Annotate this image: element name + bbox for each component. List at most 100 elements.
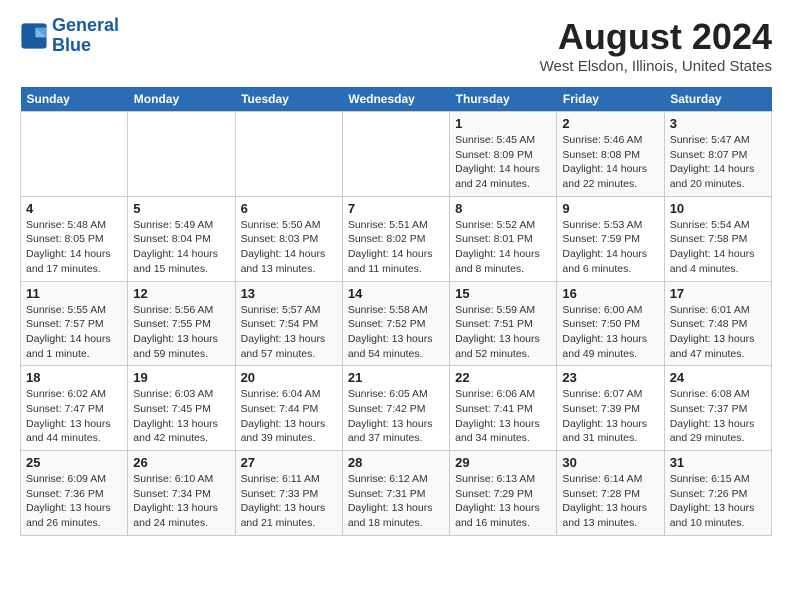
day-info: Sunrise: 5:59 AM Sunset: 7:51 PM Dayligh… <box>455 303 551 362</box>
day-number: 4 <box>26 201 122 216</box>
day-info: Sunrise: 6:06 AM Sunset: 7:41 PM Dayligh… <box>455 387 551 446</box>
day-info: Sunrise: 6:05 AM Sunset: 7:42 PM Dayligh… <box>348 387 444 446</box>
logo: General Blue <box>20 16 119 56</box>
day-cell: 29 Sunrise: 6:13 AM Sunset: 7:29 PM Dayli… <box>450 451 557 536</box>
day-info: Sunrise: 6:09 AM Sunset: 7:36 PM Dayligh… <box>26 472 122 531</box>
day-cell: 7 Sunrise: 5:51 AM Sunset: 8:02 PM Daylig… <box>342 196 449 281</box>
day-number: 25 <box>26 455 122 470</box>
day-number: 27 <box>241 455 337 470</box>
day-number: 14 <box>348 286 444 301</box>
day-cell: 1Sunrise: 5:45 AM Sunset: 8:09 PM Daylig… <box>450 112 557 197</box>
day-info: Sunrise: 5:46 AM Sunset: 8:08 PM Dayligh… <box>562 133 658 192</box>
day-cell: 4 Sunrise: 5:48 AM Sunset: 8:05 PM Daylig… <box>21 196 128 281</box>
day-info: Sunrise: 6:07 AM Sunset: 7:39 PM Dayligh… <box>562 387 658 446</box>
day-number: 11 <box>26 286 122 301</box>
day-info: Sunrise: 6:03 AM Sunset: 7:45 PM Dayligh… <box>133 387 229 446</box>
day-cell: 6Sunrise: 5:50 AM Sunset: 8:03 PM Daylig… <box>235 196 342 281</box>
week-row-5: 25 Sunrise: 6:09 AM Sunset: 7:36 PM Dayli… <box>21 451 772 536</box>
month-year: August 2024 <box>540 16 772 58</box>
day-cell: 27 Sunrise: 6:11 AM Sunset: 7:33 PM Dayli… <box>235 451 342 536</box>
day-info: Sunrise: 5:49 AM Sunset: 8:04 PM Dayligh… <box>133 218 229 277</box>
day-cell: 14 Sunrise: 5:58 AM Sunset: 7:52 PM Dayli… <box>342 281 449 366</box>
day-info: Sunrise: 6:08 AM Sunset: 7:37 PM Dayligh… <box>670 387 766 446</box>
day-info: Sunrise: 5:54 AM Sunset: 7:58 PM Dayligh… <box>670 218 766 277</box>
day-info: Sunrise: 5:52 AM Sunset: 8:01 PM Dayligh… <box>455 218 551 277</box>
day-cell: 18 Sunrise: 6:02 AM Sunset: 7:47 PM Dayli… <box>21 366 128 451</box>
weekday-header-monday: Monday <box>128 87 235 112</box>
day-info: Sunrise: 5:48 AM Sunset: 8:05 PM Dayligh… <box>26 218 122 277</box>
day-number: 13 <box>241 286 337 301</box>
day-cell: 22 Sunrise: 6:06 AM Sunset: 7:41 PM Dayli… <box>450 366 557 451</box>
day-cell: 17Sunrise: 6:01 AM Sunset: 7:48 PM Dayli… <box>664 281 771 366</box>
day-info: Sunrise: 6:04 AM Sunset: 7:44 PM Dayligh… <box>241 387 337 446</box>
week-row-3: 11 Sunrise: 5:55 AM Sunset: 7:57 PM Dayli… <box>21 281 772 366</box>
day-cell: 20Sunrise: 6:04 AM Sunset: 7:44 PM Dayli… <box>235 366 342 451</box>
day-cell: 15Sunrise: 5:59 AM Sunset: 7:51 PM Dayli… <box>450 281 557 366</box>
day-number: 12 <box>133 286 229 301</box>
day-number: 2 <box>562 116 658 131</box>
day-info: Sunrise: 6:14 AM Sunset: 7:28 PM Dayligh… <box>562 472 658 531</box>
day-number: 8 <box>455 201 551 216</box>
day-number: 26 <box>133 455 229 470</box>
week-row-2: 4 Sunrise: 5:48 AM Sunset: 8:05 PM Daylig… <box>21 196 772 281</box>
day-number: 5 <box>133 201 229 216</box>
logo-text: General Blue <box>52 16 119 56</box>
day-info: Sunrise: 5:51 AM Sunset: 8:02 PM Dayligh… <box>348 218 444 277</box>
day-cell: 11 Sunrise: 5:55 AM Sunset: 7:57 PM Dayli… <box>21 281 128 366</box>
day-info: Sunrise: 6:00 AM Sunset: 7:50 PM Dayligh… <box>562 303 658 362</box>
day-number: 23 <box>562 370 658 385</box>
day-number: 10 <box>670 201 766 216</box>
day-cell <box>235 112 342 197</box>
day-number: 31 <box>670 455 766 470</box>
logo-line1: General <box>52 16 119 36</box>
day-number: 24 <box>670 370 766 385</box>
day-number: 3 <box>670 116 766 131</box>
day-cell: 24 Sunrise: 6:08 AM Sunset: 7:37 PM Dayli… <box>664 366 771 451</box>
day-info: Sunrise: 6:12 AM Sunset: 7:31 PM Dayligh… <box>348 472 444 531</box>
day-cell: 13 Sunrise: 5:57 AM Sunset: 7:54 PM Dayli… <box>235 281 342 366</box>
day-info: Sunrise: 5:57 AM Sunset: 7:54 PM Dayligh… <box>241 303 337 362</box>
day-cell: 19 Sunrise: 6:03 AM Sunset: 7:45 PM Dayli… <box>128 366 235 451</box>
day-cell: 26 Sunrise: 6:10 AM Sunset: 7:34 PM Dayli… <box>128 451 235 536</box>
weekday-header-saturday: Saturday <box>664 87 771 112</box>
day-number: 18 <box>26 370 122 385</box>
day-cell: 30Sunrise: 6:14 AM Sunset: 7:28 PM Dayli… <box>557 451 664 536</box>
weekday-header-sunday: Sunday <box>21 87 128 112</box>
day-info: Sunrise: 5:56 AM Sunset: 7:55 PM Dayligh… <box>133 303 229 362</box>
calendar-table: SundayMondayTuesdayWednesdayThursdayFrid… <box>20 87 772 536</box>
day-number: 17 <box>670 286 766 301</box>
day-number: 1 <box>455 116 551 131</box>
week-row-1: 1Sunrise: 5:45 AM Sunset: 8:09 PM Daylig… <box>21 112 772 197</box>
day-number: 22 <box>455 370 551 385</box>
day-info: Sunrise: 6:02 AM Sunset: 7:47 PM Dayligh… <box>26 387 122 446</box>
day-number: 9 <box>562 201 658 216</box>
day-cell: 31Sunrise: 6:15 AM Sunset: 7:26 PM Dayli… <box>664 451 771 536</box>
day-cell: 23 Sunrise: 6:07 AM Sunset: 7:39 PM Dayli… <box>557 366 664 451</box>
day-info: Sunrise: 5:58 AM Sunset: 7:52 PM Dayligh… <box>348 303 444 362</box>
weekday-header-tuesday: Tuesday <box>235 87 342 112</box>
day-info: Sunrise: 5:47 AM Sunset: 8:07 PM Dayligh… <box>670 133 766 192</box>
weekday-header-row: SundayMondayTuesdayWednesdayThursdayFrid… <box>21 87 772 112</box>
weekday-header-wednesday: Wednesday <box>342 87 449 112</box>
day-cell: 2 Sunrise: 5:46 AM Sunset: 8:08 PM Daylig… <box>557 112 664 197</box>
title-block: August 2024 West Elsdon, Illinois, Unite… <box>540 16 772 75</box>
weekday-header-friday: Friday <box>557 87 664 112</box>
week-row-4: 18 Sunrise: 6:02 AM Sunset: 7:47 PM Dayli… <box>21 366 772 451</box>
day-info: Sunrise: 5:55 AM Sunset: 7:57 PM Dayligh… <box>26 303 122 362</box>
day-cell: 28Sunrise: 6:12 AM Sunset: 7:31 PM Dayli… <box>342 451 449 536</box>
location: West Elsdon, Illinois, United States <box>540 58 772 75</box>
day-number: 19 <box>133 370 229 385</box>
day-number: 7 <box>348 201 444 216</box>
day-cell: 12 Sunrise: 5:56 AM Sunset: 7:55 PM Dayli… <box>128 281 235 366</box>
day-cell: 3 Sunrise: 5:47 AM Sunset: 8:07 PM Daylig… <box>664 112 771 197</box>
day-cell: 9Sunrise: 5:53 AM Sunset: 7:59 PM Daylig… <box>557 196 664 281</box>
day-info: Sunrise: 6:10 AM Sunset: 7:34 PM Dayligh… <box>133 472 229 531</box>
day-info: Sunrise: 6:13 AM Sunset: 7:29 PM Dayligh… <box>455 472 551 531</box>
day-cell: 16Sunrise: 6:00 AM Sunset: 7:50 PM Dayli… <box>557 281 664 366</box>
day-cell: 5 Sunrise: 5:49 AM Sunset: 8:04 PM Daylig… <box>128 196 235 281</box>
day-number: 29 <box>455 455 551 470</box>
day-cell: 10 Sunrise: 5:54 AM Sunset: 7:58 PM Dayli… <box>664 196 771 281</box>
day-info: Sunrise: 6:11 AM Sunset: 7:33 PM Dayligh… <box>241 472 337 531</box>
logo-line2: Blue <box>52 36 119 56</box>
day-number: 21 <box>348 370 444 385</box>
